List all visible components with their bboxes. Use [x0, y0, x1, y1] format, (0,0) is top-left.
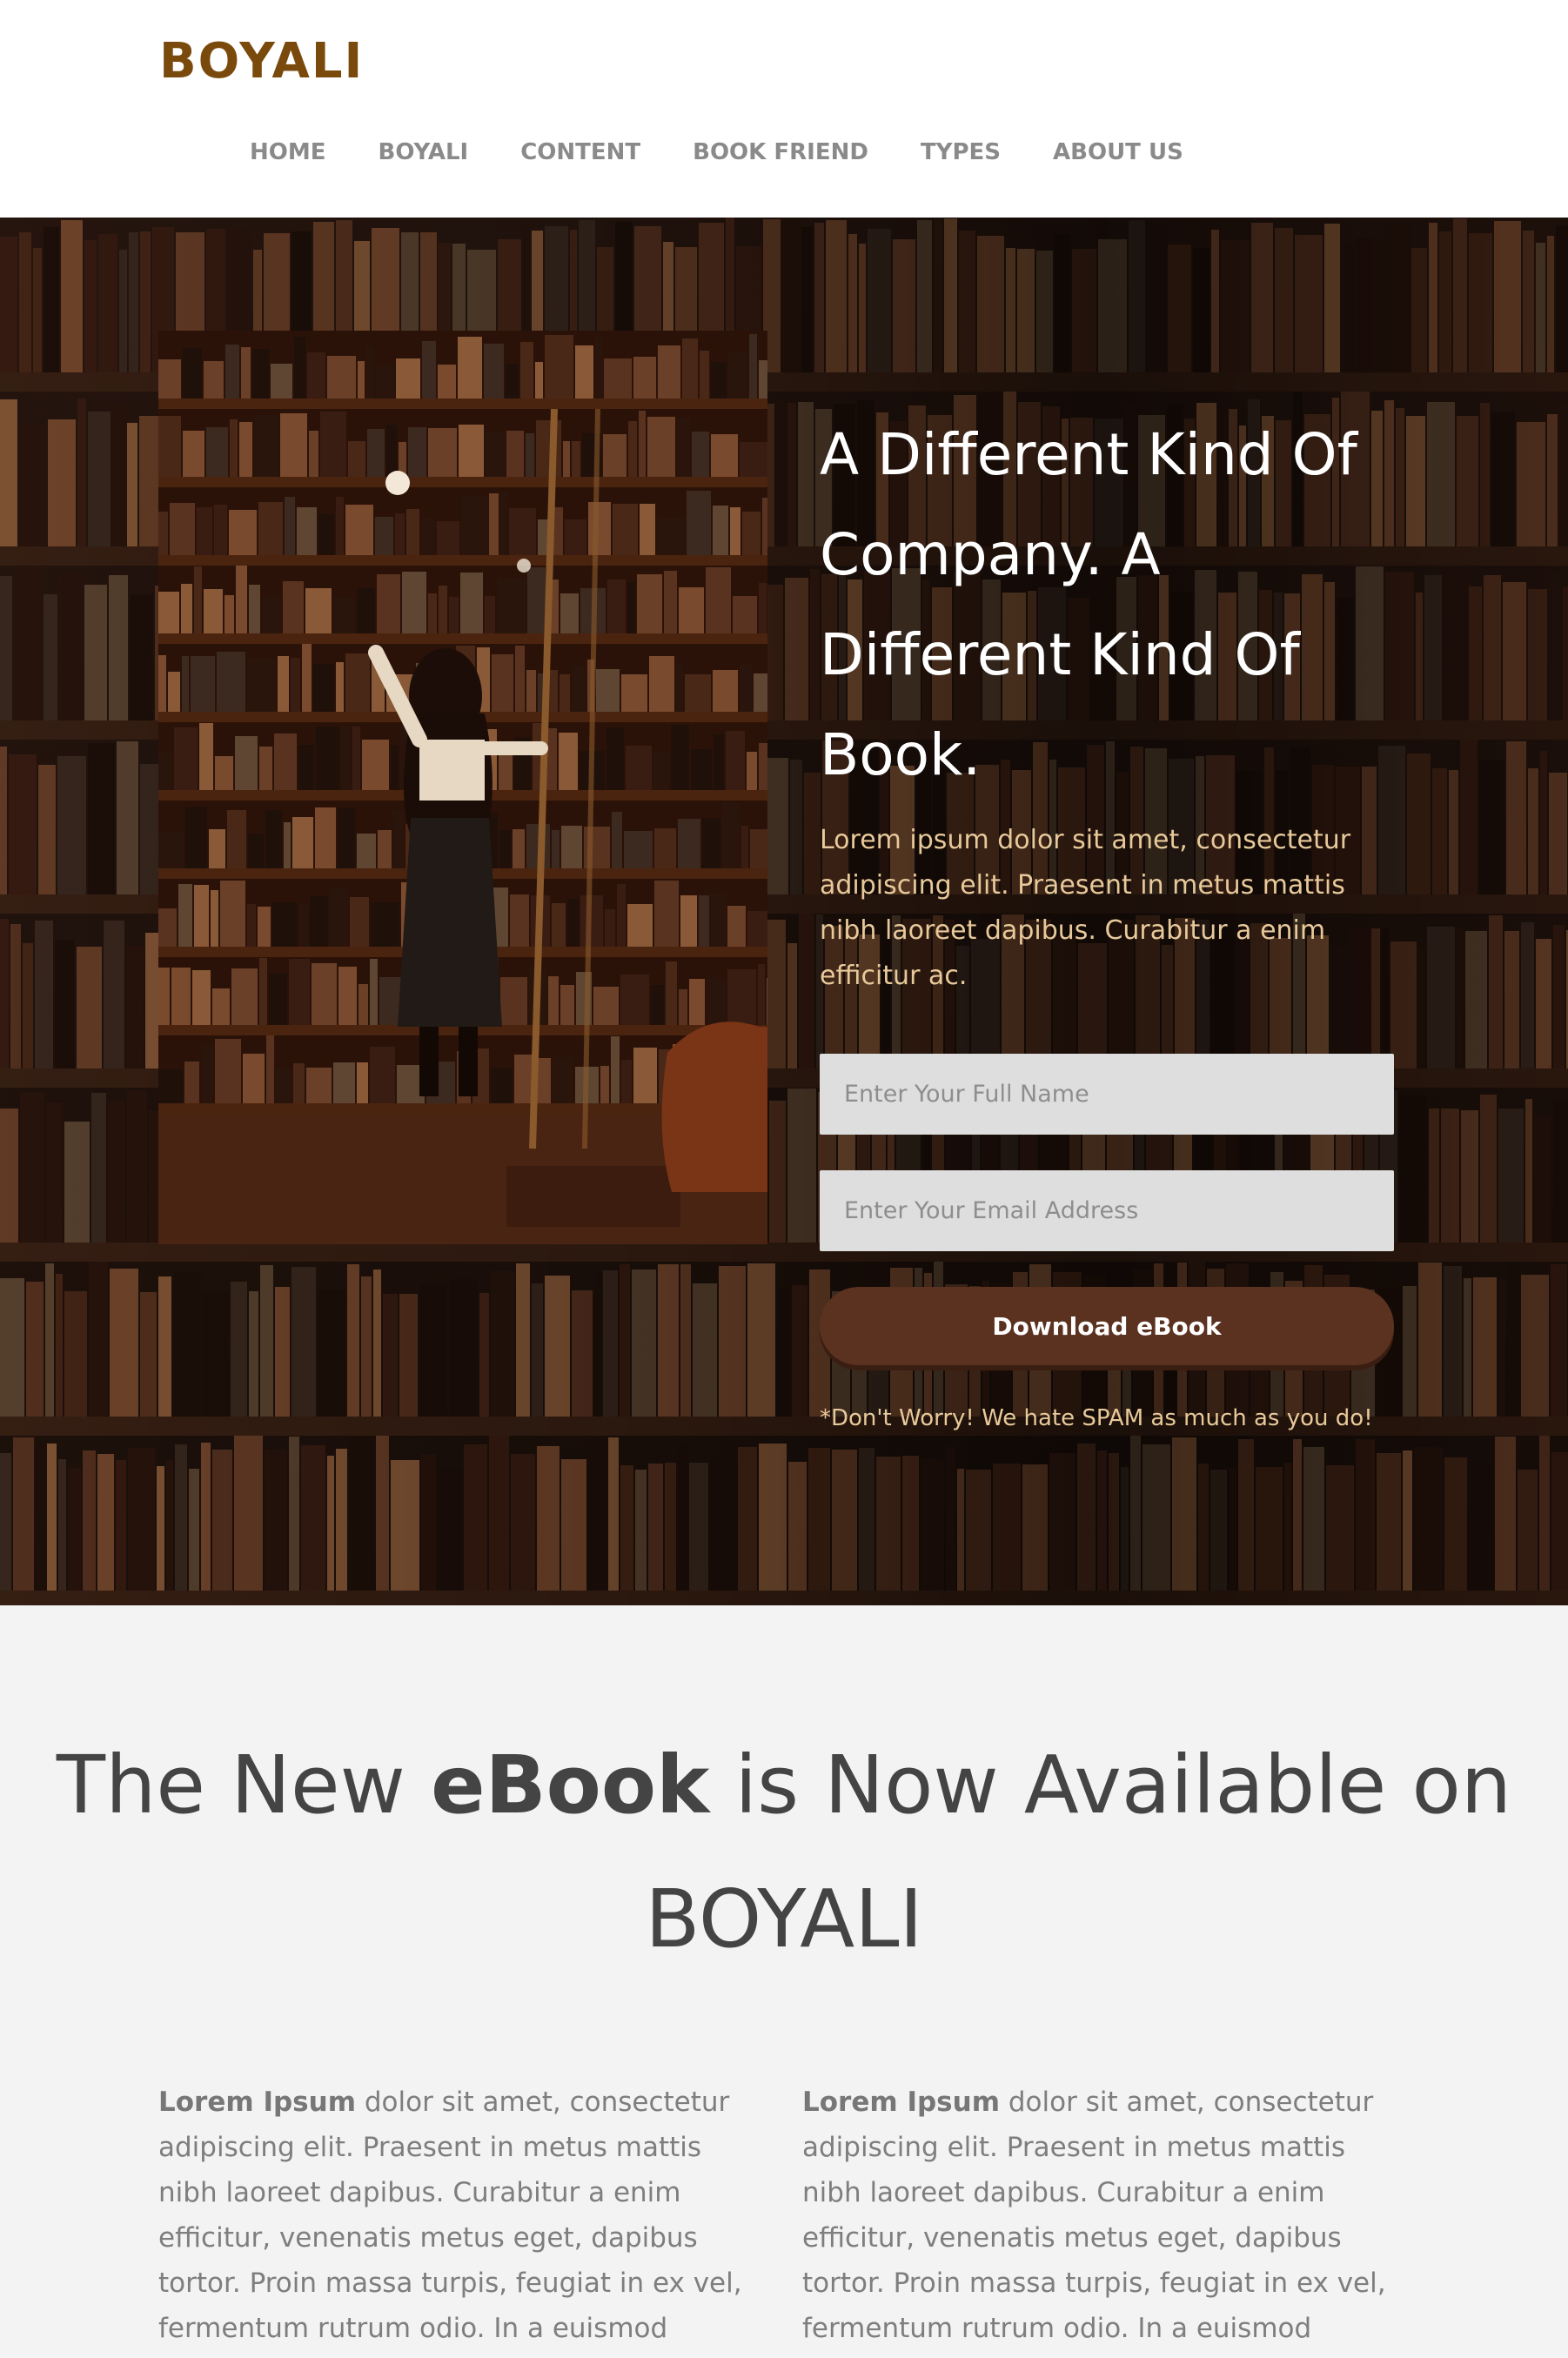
hero-title: A Different Kind Of Company. A Different… [820, 421, 1357, 788]
download-ebook-button[interactable]: Download eBook [820, 1287, 1394, 1365]
hero-description: Lorem ipsum dolor sit amet, consectetur … [820, 825, 1351, 991]
section-title-bold: eBook [431, 1738, 710, 1832]
hero-section: A Different Kind Of Company. A Different… [0, 218, 1568, 1605]
nav-item-book-friend[interactable]: BOOK FRIEND [693, 139, 868, 165]
nav-item-boyali[interactable]: BOYALI [379, 139, 469, 165]
column-lead: Lorem Ipsum [802, 2087, 1001, 2118]
spam-note: *Don't Worry! We hate SPAM as much as yo… [820, 1405, 1373, 1431]
section-title: The New eBook is Now Available on BOYALI [0, 1718, 1568, 1986]
section-title-start: The New [56, 1738, 432, 1832]
column-text: dolor sit amet, consectetur adipiscing e… [802, 2087, 1386, 2344]
text-column-right: Lorem Ipsum dolor sit amet, consectetur … [802, 2080, 1394, 2358]
full-name-input[interactable] [820, 1054, 1394, 1135]
library-photo [158, 331, 767, 1244]
main-nav: HOME BOYALI CONTENT BOOK FRIEND TYPES AB… [250, 139, 1236, 165]
section-title-end: is Now Available on BOYALI [645, 1738, 1512, 1966]
text-column-left: Lorem Ipsum dolor sit amet, consectetur … [158, 2080, 750, 2358]
nav-item-content[interactable]: CONTENT [520, 139, 640, 165]
nav-item-types[interactable]: TYPES [921, 139, 1001, 165]
nav-item-home[interactable]: HOME [250, 139, 326, 165]
brand-logo[interactable]: BOYALI [159, 33, 364, 90]
email-input[interactable] [820, 1170, 1394, 1251]
site-header: BOYALI HOME BOYALI CONTENT BOOK FRIEND T… [0, 0, 1568, 218]
nav-item-about-us[interactable]: ABOUT US [1053, 139, 1183, 165]
column-text: dolor sit amet, consectetur adipiscing e… [158, 2087, 742, 2344]
column-lead: Lorem Ipsum [158, 2087, 357, 2118]
